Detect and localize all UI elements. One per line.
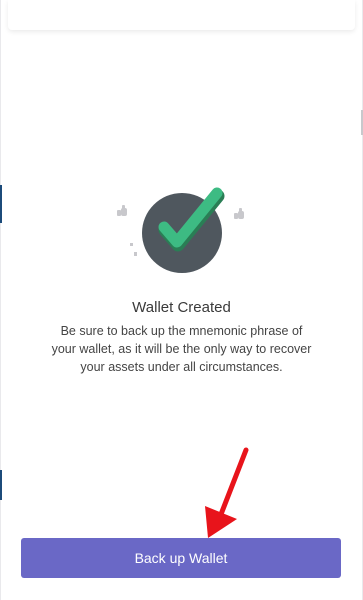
page-title: Wallet Created [132,299,231,316]
backup-wallet-button[interactable]: Back up Wallet [21,538,341,578]
red-arrow-icon [205,447,249,538]
success-illustration [117,187,244,273]
thumbs-up-icon [117,205,127,216]
sparkle-dot [130,243,133,246]
left-edge-marker [0,470,2,500]
backup-description: Be sure to back up the mnemonic phrase o… [51,324,312,374]
left-edge-marker [0,185,2,223]
thumbs-up-icon [234,208,244,219]
top-bar-shadow [8,0,355,30]
sparkle-dot [134,252,137,256]
